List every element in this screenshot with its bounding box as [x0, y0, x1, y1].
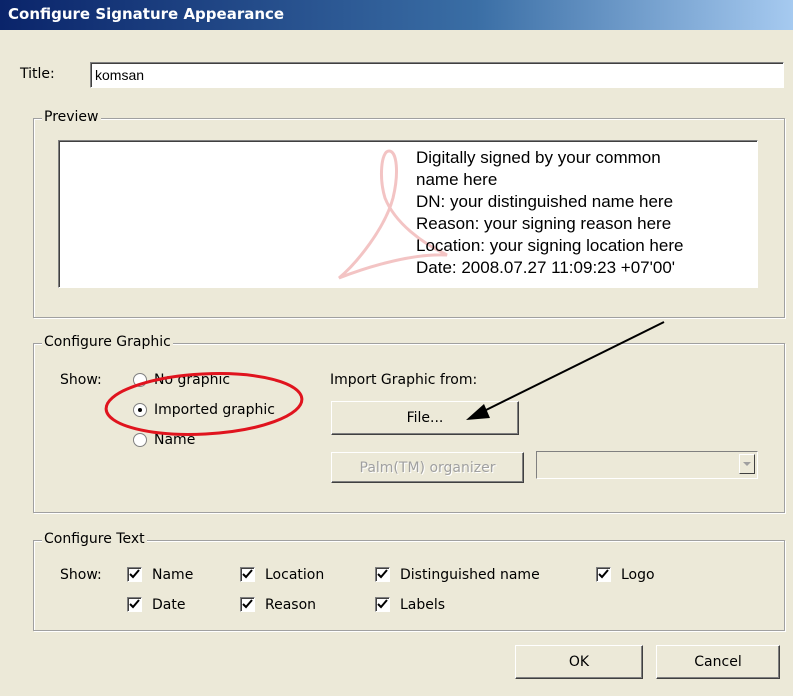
preview-text: Digitally signed by your common name her…	[416, 147, 757, 279]
file-button[interactable]: File...	[331, 401, 519, 435]
preview-line: DN: your distinguished name here	[416, 192, 674, 211]
window-title: Configure Signature Appearance	[8, 5, 285, 23]
signature-preview: Digitally signed by your common name her…	[58, 140, 758, 288]
preview-line: Date: 2008.07.27 11:09:23 +07'00'	[416, 258, 676, 277]
title-input[interactable]	[90, 62, 784, 88]
checkmark-icon	[242, 569, 253, 579]
checkbox-name[interactable]	[127, 567, 142, 582]
preview-line: Digitally signed by your common	[416, 148, 661, 167]
configure-text-legend: Configure Text	[42, 531, 147, 547]
checkmark-icon	[129, 599, 140, 609]
radio-imported-graphic[interactable]	[133, 403, 147, 417]
palm-organizer-select[interactable]	[536, 451, 758, 479]
checkmark-icon	[598, 569, 609, 579]
radio-name[interactable]	[133, 433, 147, 447]
checkmark-icon	[242, 599, 253, 609]
checkbox-distinguished-name[interactable]	[375, 567, 390, 582]
preview-line: name here	[416, 170, 498, 189]
checkmark-icon	[377, 569, 388, 579]
graphic-show-label: Show:	[60, 372, 102, 388]
checkbox-location-label[interactable]: Location	[265, 567, 324, 583]
checkmark-icon	[129, 569, 140, 579]
checkbox-location[interactable]	[240, 567, 255, 582]
chevron-down-icon[interactable]	[739, 454, 755, 474]
configure-graphic-legend: Configure Graphic	[42, 334, 173, 350]
checkbox-logo[interactable]	[596, 567, 611, 582]
radio-name-label[interactable]: Name	[154, 432, 195, 448]
preview-line: Reason: your signing reason here	[416, 214, 672, 233]
checkbox-reason[interactable]	[240, 597, 255, 612]
radio-no-graphic-label[interactable]: No graphic	[154, 372, 230, 388]
cancel-button[interactable]: Cancel	[656, 645, 780, 679]
window-titlebar[interactable]: Configure Signature Appearance	[0, 0, 793, 30]
checkbox-logo-label[interactable]: Logo	[621, 567, 655, 583]
title-label: Title:	[20, 66, 55, 82]
checkbox-date-label[interactable]: Date	[152, 597, 185, 613]
radio-imported-graphic-label[interactable]: Imported graphic	[154, 402, 275, 418]
checkmark-icon	[377, 599, 388, 609]
preview-line: Location: your signing location here	[416, 236, 684, 255]
checkbox-labels-label[interactable]: Labels	[400, 597, 445, 613]
radio-no-graphic[interactable]	[133, 373, 147, 387]
checkbox-date[interactable]	[127, 597, 142, 612]
ok-button[interactable]: OK	[515, 645, 643, 679]
checkbox-distinguished-name-label[interactable]: Distinguished name	[400, 567, 540, 583]
text-show-label: Show:	[60, 567, 102, 583]
checkbox-reason-label[interactable]: Reason	[265, 597, 316, 613]
checkbox-labels[interactable]	[375, 597, 390, 612]
palm-organizer-button[interactable]: Palm(TM) organizer	[331, 452, 524, 483]
import-graphic-label: Import Graphic from:	[330, 372, 478, 388]
configure-text-group	[33, 540, 785, 631]
preview-legend: Preview	[42, 109, 101, 125]
checkbox-name-label[interactable]: Name	[152, 567, 193, 583]
